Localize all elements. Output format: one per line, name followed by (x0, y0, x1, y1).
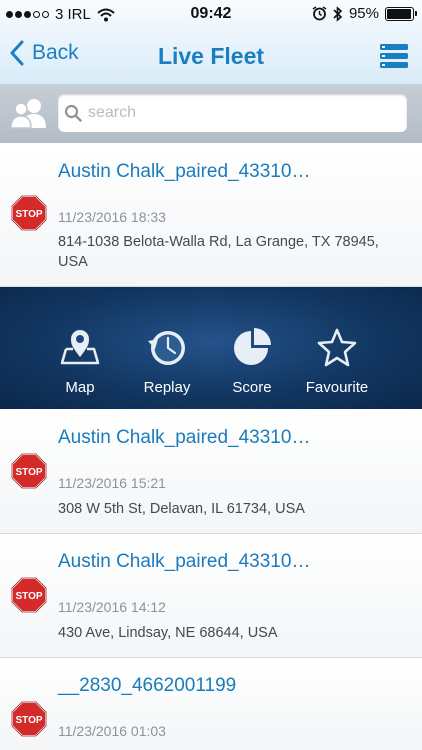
replay-clock-icon (148, 331, 185, 365)
stop-sign-icon: STOP (11, 195, 47, 231)
vehicle-timestamp: 11/23/2016 15:21 (58, 475, 166, 491)
map-label: Map (65, 379, 95, 396)
stop-sign-icon: STOP (11, 577, 47, 613)
alarm-icon (312, 6, 327, 21)
stop-sign-icon: STOP (11, 701, 47, 737)
battery-percent: 95% (348, 5, 379, 22)
vehicle-timestamp: 11/23/2016 14:12 (58, 599, 166, 615)
vehicle-list-item[interactable]: Austin Chalk_paired_43310… STOP 11/23/20… (0, 144, 422, 287)
list-menu-button[interactable] (380, 44, 408, 73)
vehicle-action-bar: Map Replay Score Favourite (0, 287, 422, 409)
vehicle-list-item[interactable]: __2830_4662001199 STOP 11/23/2016 01:03 (0, 658, 422, 750)
status-bar: 3 IRL 09:42 95% (0, 0, 422, 30)
vehicle-timestamp: 11/23/2016 01:03 (58, 723, 166, 739)
vehicle-list-item[interactable]: Austin Chalk_paired_43310… STOP 11/23/20… (0, 410, 422, 534)
vehicle-name: Austin Chalk_paired_43310… (58, 551, 311, 572)
search-field[interactable] (58, 94, 407, 132)
battery-icon (385, 6, 417, 21)
favourite-label: Favourite (305, 379, 369, 396)
list-menu-icon (380, 44, 408, 68)
vehicle-name: __2830_4662001199 (58, 675, 237, 696)
svg-text:STOP: STOP (15, 715, 42, 726)
search-icon (64, 104, 82, 122)
score-button[interactable]: Score (220, 287, 284, 409)
bluetooth-icon (333, 5, 343, 22)
replay-button[interactable]: Replay (135, 287, 199, 409)
vehicle-name: Austin Chalk_paired_43310… (58, 427, 311, 448)
stop-sign-icon: STOP (11, 453, 47, 489)
vehicle-name: Austin Chalk_paired_43310… (58, 161, 311, 182)
star-icon (317, 328, 357, 367)
replay-label: Replay (143, 379, 191, 396)
favourite-button[interactable]: Favourite (300, 287, 374, 409)
map-pin-icon (60, 330, 100, 365)
svg-text:STOP: STOP (15, 467, 42, 478)
search-input[interactable] (86, 103, 390, 123)
users-group-icon (10, 99, 46, 129)
page-title: Live Fleet (157, 43, 265, 69)
vehicle-address: 308 W 5th St, Delavan, IL 61734, USA (58, 501, 305, 517)
navigation-bar: Back Live Fleet (0, 30, 422, 85)
group-filter-button[interactable] (10, 97, 48, 134)
vehicle-list-item[interactable]: Austin Chalk_paired_43310… STOP 11/23/20… (0, 534, 422, 658)
svg-text:STOP: STOP (15, 209, 42, 220)
svg-text:STOP: STOP (15, 591, 42, 602)
pie-chart-icon (234, 328, 271, 365)
score-label: Score (232, 379, 272, 396)
vehicle-address: 814-1038 Belota-Walla Rd, La Grange, TX … (58, 234, 379, 270)
map-button[interactable]: Map (48, 287, 112, 409)
search-bar (0, 85, 422, 143)
vehicle-timestamp: 11/23/2016 18:33 (58, 209, 166, 225)
vehicle-address: 430 Ave, Lindsay, NE 68644, USA (58, 625, 278, 641)
